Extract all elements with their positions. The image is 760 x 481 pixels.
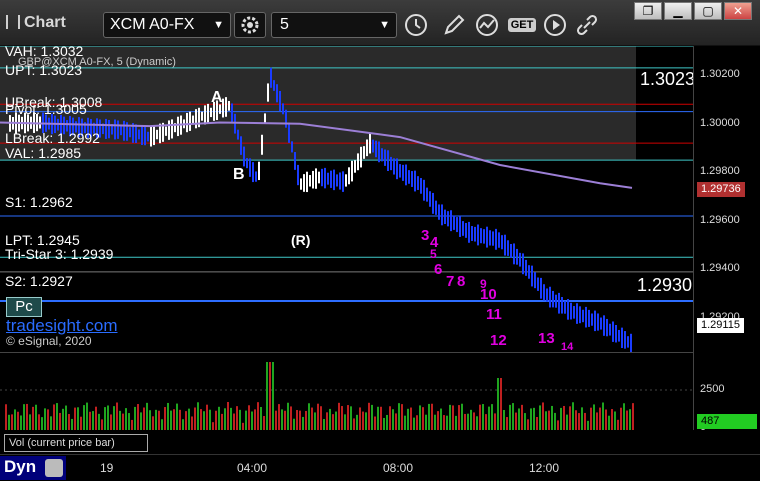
- app-title: Chart: [6, 14, 66, 32]
- marker-r: (R): [291, 232, 311, 248]
- upt-big-label: 1.3023: [640, 69, 696, 89]
- copyright-text: © eSignal, 2020: [6, 334, 92, 348]
- y-tick-label: 1.29800: [700, 165, 740, 178]
- level-label: Tri-Star 3: 1.2939: [5, 246, 114, 262]
- dyn-label: Dyn: [4, 457, 37, 476]
- time-label: 04:00: [237, 461, 268, 475]
- close-icon[interactable]: ✕: [724, 2, 752, 20]
- chevron-down-icon[interactable]: ▼: [213, 19, 224, 31]
- time-label: 12:00: [529, 461, 560, 475]
- volume-chart[interactable]: [0, 352, 693, 430]
- volume-chart-canvas: [0, 362, 693, 430]
- pencil-icon[interactable]: [439, 12, 469, 38]
- get-label: GET: [507, 18, 537, 32]
- branding-link[interactable]: tradesight.com: [6, 316, 118, 336]
- level-label: LBreak: 1.2992: [5, 130, 100, 146]
- play-icon[interactable]: [540, 12, 570, 38]
- count-label: 8: [457, 273, 466, 290]
- price-chart-canvas: [0, 46, 693, 352]
- clock-icon[interactable]: [401, 12, 431, 38]
- level-label: S1: 1.2962: [5, 194, 73, 210]
- pc-badge[interactable]: Pc: [6, 297, 42, 317]
- series-title: GBP@XCM A0-FX, 5 (Dynamic): [18, 56, 176, 68]
- interval-value: 5: [280, 16, 289, 33]
- price-chart[interactable]: [0, 46, 693, 352]
- s2-big-label: 1.2930: [637, 275, 693, 295]
- study-icon[interactable]: [472, 12, 502, 38]
- price-axis[interactable]: [693, 46, 760, 430]
- level-label: Pivot: 1.3005: [5, 101, 87, 117]
- get-icon[interactable]: GET: [505, 12, 539, 38]
- y-tick-label: 1.30200: [700, 68, 740, 81]
- y-tick-label: 1.30000: [700, 116, 740, 129]
- time-label: 08:00: [383, 461, 414, 475]
- interval-select[interactable]: 5 ▼: [271, 12, 397, 38]
- level-label: VAL: 1.2985: [5, 145, 82, 161]
- restore-icon[interactable]: ❐: [634, 2, 662, 20]
- marker-b: B: [233, 166, 245, 183]
- y-tick-label: 1.29600: [700, 213, 740, 226]
- count-label: 13: [538, 330, 555, 347]
- chart-icon: [6, 15, 20, 29]
- time-label: 19: [100, 461, 114, 475]
- settings-gear-icon[interactable]: [234, 12, 266, 38]
- count-label: 6: [434, 261, 443, 278]
- current-price-tag: 1.29115: [697, 318, 744, 333]
- count-label: 7: [446, 273, 455, 290]
- y-tick-label: 1.29400: [700, 262, 740, 275]
- vol-tick: 2500: [700, 383, 725, 395]
- count-label: 12: [490, 332, 507, 349]
- link-icon[interactable]: [572, 12, 602, 38]
- time-axis[interactable]: [0, 454, 760, 481]
- last-price-tag: 1.29736: [697, 182, 745, 197]
- level-label: S2: 1.2927: [5, 273, 73, 289]
- symbol-input[interactable]: XCM A0-FX ▼: [103, 12, 231, 38]
- vol-current-tag: 487: [697, 414, 757, 429]
- symbol-value: XCM A0-FX: [110, 16, 195, 33]
- count-label: 11: [486, 306, 502, 323]
- dynamic-button[interactable]: Dyn: [0, 456, 66, 480]
- window-buttons: ❐ ▁ ▢ ✕: [634, 2, 752, 20]
- chevron-down-icon[interactable]: ▼: [379, 19, 390, 31]
- minimize-icon[interactable]: ▁: [664, 2, 692, 20]
- app-title-text: Chart: [24, 14, 66, 31]
- count-label: 3: [421, 227, 430, 244]
- title-bar: Chart XCM A0-FX ▼ 5 ▼ GET ❐ ▁ ▢ ✕: [0, 0, 760, 46]
- count-label: 10: [480, 286, 497, 303]
- lock-icon[interactable]: [45, 459, 63, 477]
- marker-a: A: [211, 89, 223, 106]
- volume-label[interactable]: Vol (current price bar): [4, 434, 148, 452]
- maximize-icon[interactable]: ▢: [694, 2, 722, 20]
- count-label: 5: [430, 247, 437, 261]
